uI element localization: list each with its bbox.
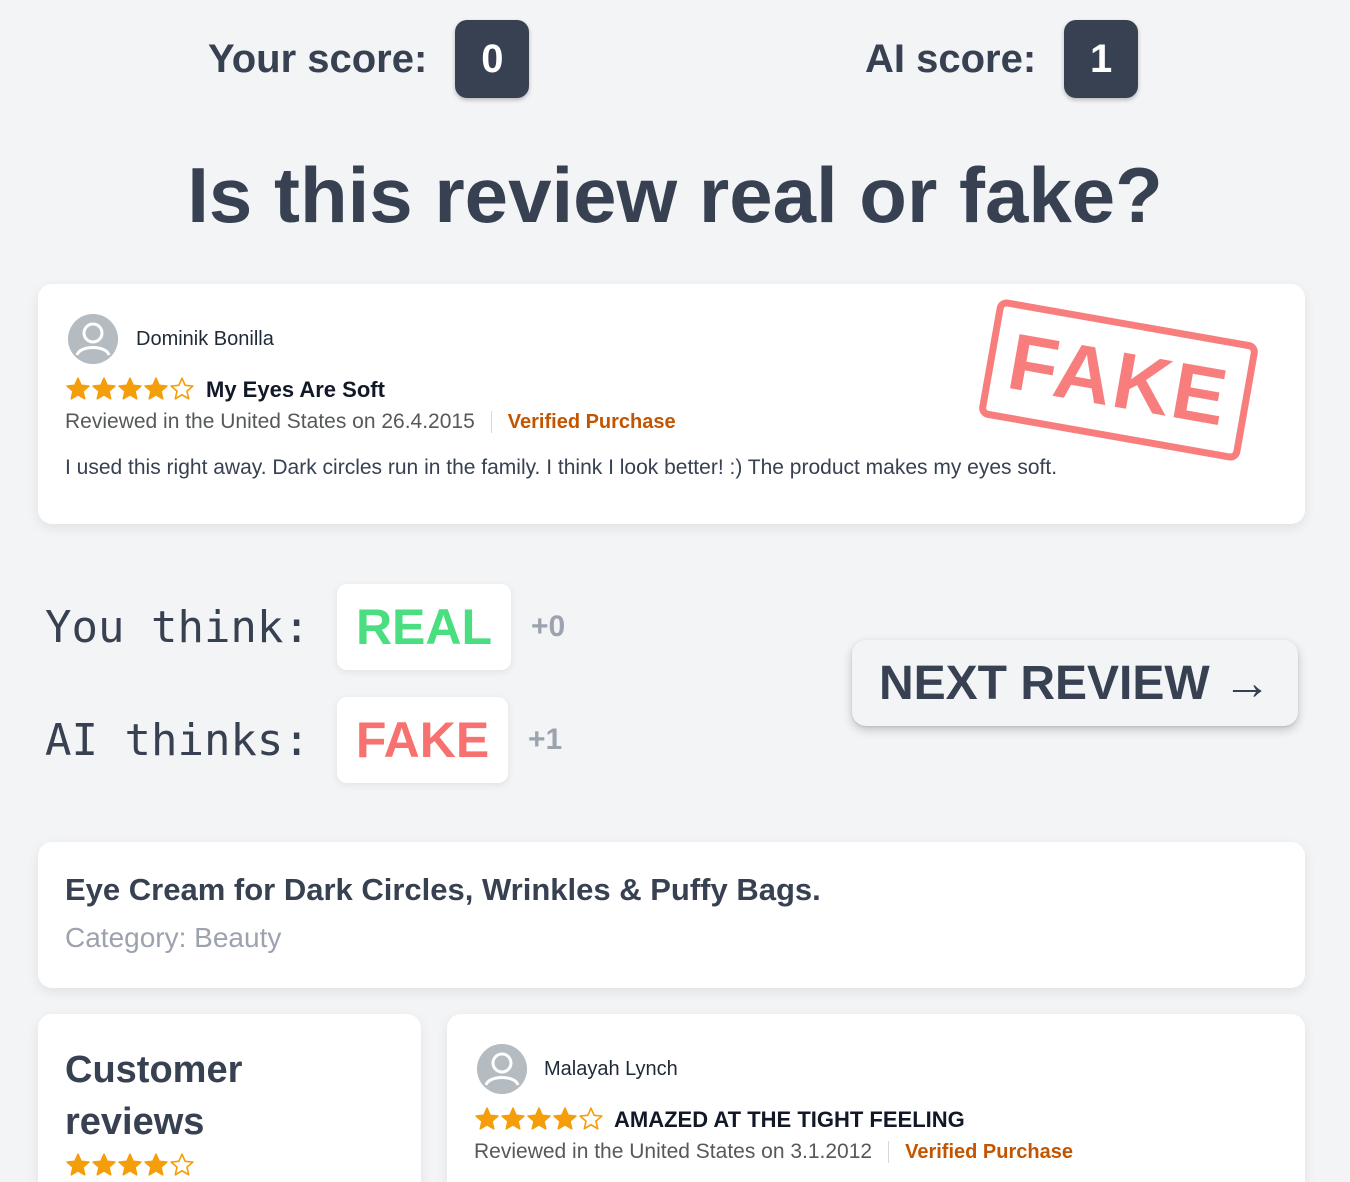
- review-body: I used this right away. Dark circles run…: [65, 456, 1058, 479]
- review-meta: Reviewed in the United States on 26.4.20…: [65, 410, 676, 434]
- ai-verdict-value: FAKE: [337, 697, 508, 783]
- page-title: Is this review real or fake?: [187, 151, 1163, 239]
- meta-divider: [888, 1141, 890, 1163]
- reviewer-name: Malayah Lynch: [544, 1058, 678, 1080]
- ai-score: AI score: 1: [865, 20, 1139, 98]
- ai-verdict-label: AI thinks:: [45, 714, 310, 766]
- star-filled-icon: [144, 377, 168, 400]
- reviewer-name: Dominik Bonilla: [136, 328, 274, 350]
- customer-reviews-summary: Customer reviews: [38, 1014, 421, 1182]
- your-score: Your score: 0: [208, 20, 530, 98]
- product-card: Eye Cream for Dark Circles, Wrinkles & P…: [38, 842, 1305, 988]
- star-filled-icon: [475, 1107, 499, 1130]
- fake-stamp: FAKE: [977, 297, 1260, 463]
- product-title: Eye Cream for Dark Circles, Wrinkles & P…: [65, 872, 821, 907]
- ai-verdict-row: AI thinks: FAKE +1: [45, 697, 562, 783]
- ai-score-value: 1: [1064, 20, 1139, 98]
- star-empty-icon: [170, 377, 194, 400]
- review-title: My Eyes Are Soft: [206, 377, 385, 402]
- star-empty-icon: [170, 1153, 194, 1176]
- review-meta: Reviewed in the United States on 3.1.201…: [474, 1140, 1073, 1164]
- ai-points: +1: [528, 723, 563, 756]
- review-date: Reviewed in the United States on 3.1.201…: [474, 1140, 873, 1163]
- user-verdict-row: You think: REAL +0: [45, 584, 565, 670]
- customer-reviews-heading: Customer reviews: [65, 1049, 243, 1143]
- user-icon: [477, 1044, 527, 1094]
- star-filled-icon: [92, 377, 116, 400]
- avatar: [68, 314, 118, 364]
- star-filled-icon: [118, 377, 142, 400]
- user-verdict-label: You think:: [45, 601, 310, 653]
- meta-divider: [490, 411, 492, 433]
- star-filled-icon: [66, 1153, 90, 1176]
- star-filled-icon: [553, 1107, 577, 1130]
- star-filled-icon: [92, 1153, 116, 1176]
- star-filled-icon: [66, 377, 90, 400]
- avatar: [477, 1044, 527, 1094]
- your-score-label: Your score:: [208, 36, 428, 81]
- star-filled-icon: [144, 1153, 168, 1176]
- ai-score-label: AI score:: [865, 36, 1037, 81]
- other-review-card: Malayah Lynch AMAZED AT THE TIGHT FEELIN…: [447, 1014, 1305, 1182]
- review-title: AMAZED AT THE TIGHT FEELING: [614, 1107, 965, 1132]
- star-empty-icon: [579, 1107, 603, 1130]
- verified-badge: Verified Purchase: [507, 410, 676, 433]
- star-rating: [474, 1106, 604, 1132]
- verified-badge: Verified Purchase: [905, 1140, 1073, 1163]
- user-points: +0: [531, 610, 566, 643]
- summary-star-rating: [65, 1152, 195, 1178]
- your-score-value: 0: [455, 20, 530, 98]
- user-icon: [68, 314, 118, 364]
- next-review-button[interactable]: NEXT REVIEW →: [852, 640, 1298, 726]
- user-verdict-value: REAL: [337, 584, 511, 670]
- star-filled-icon: [527, 1107, 551, 1130]
- review-card: Dominik Bonilla My Eyes Are Soft Reviewe…: [38, 284, 1305, 524]
- star-filled-icon: [118, 1153, 142, 1176]
- star-rating: [65, 376, 195, 402]
- product-category: Category: Beauty: [65, 922, 282, 953]
- review-date: Reviewed in the United States on 26.4.20…: [65, 410, 475, 433]
- star-filled-icon: [501, 1107, 525, 1130]
